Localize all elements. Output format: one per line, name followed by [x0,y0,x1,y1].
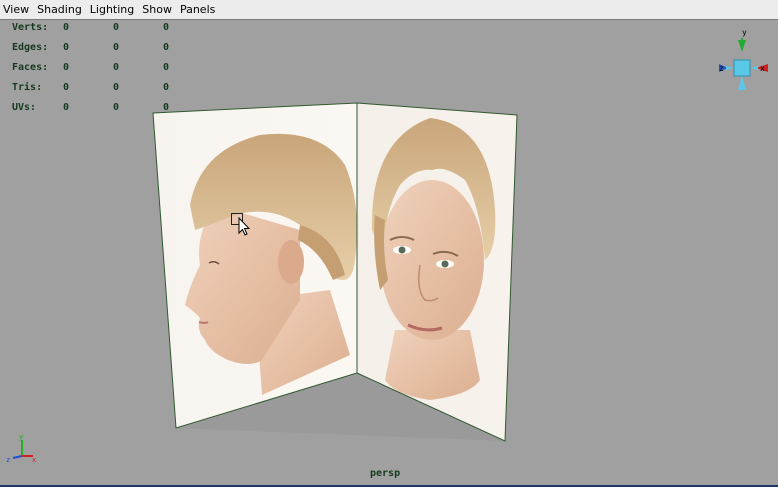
hud-value: 0 [163,42,170,53]
poly-count-hud: Verts: 0 0 0 Edges: 0 0 0 Faces: 0 0 0 T… [12,22,192,122]
axis-label-z: z [6,456,10,464]
hud-value: 0 [113,102,120,113]
hud-label: Tris: [12,82,43,93]
hud-value: 0 [113,42,120,53]
axis-label-x: x [32,456,36,464]
hud-row-uvs: UVs: 0 0 0 [12,102,192,122]
axis-label-y: y [19,433,23,441]
axis-indicator-icon: y z x [6,433,36,464]
view-cube-label-x: x [760,64,765,73]
hud-value: 0 [163,82,170,93]
hud-value: 0 [163,62,170,73]
side-view-plane[interactable] [152,102,358,429]
hud-label: Faces: [12,62,49,73]
hud-row-faces: Faces: 0 0 0 [12,62,192,82]
hud-value: 0 [113,62,120,73]
hud-label: Edges: [12,42,49,53]
hud-value: 0 [63,42,70,53]
hud-value: 0 [63,62,70,73]
hud-row-edges: Edges: 0 0 0 [12,42,192,62]
hud-value: 0 [63,22,70,33]
hud-label: UVs: [12,102,37,113]
hud-value: 0 [63,82,70,93]
hud-value: 0 [113,82,120,93]
arrow-cursor-icon [231,213,251,236]
hud-row-verts: Verts: 0 0 0 [12,22,192,42]
hud-value: 0 [163,102,170,113]
hud-label: Verts: [12,22,49,33]
hud-value: 0 [113,22,120,33]
view-cube-icon[interactable]: y z x [716,28,772,94]
camera-name-label: persp [370,468,401,479]
view-cube-label-z: z [719,64,724,73]
hud-value: 0 [163,22,170,33]
hud-row-tris: Tris: 0 0 0 [12,82,192,102]
hud-value: 0 [63,102,70,113]
view-cube-label-y: y [742,28,747,37]
